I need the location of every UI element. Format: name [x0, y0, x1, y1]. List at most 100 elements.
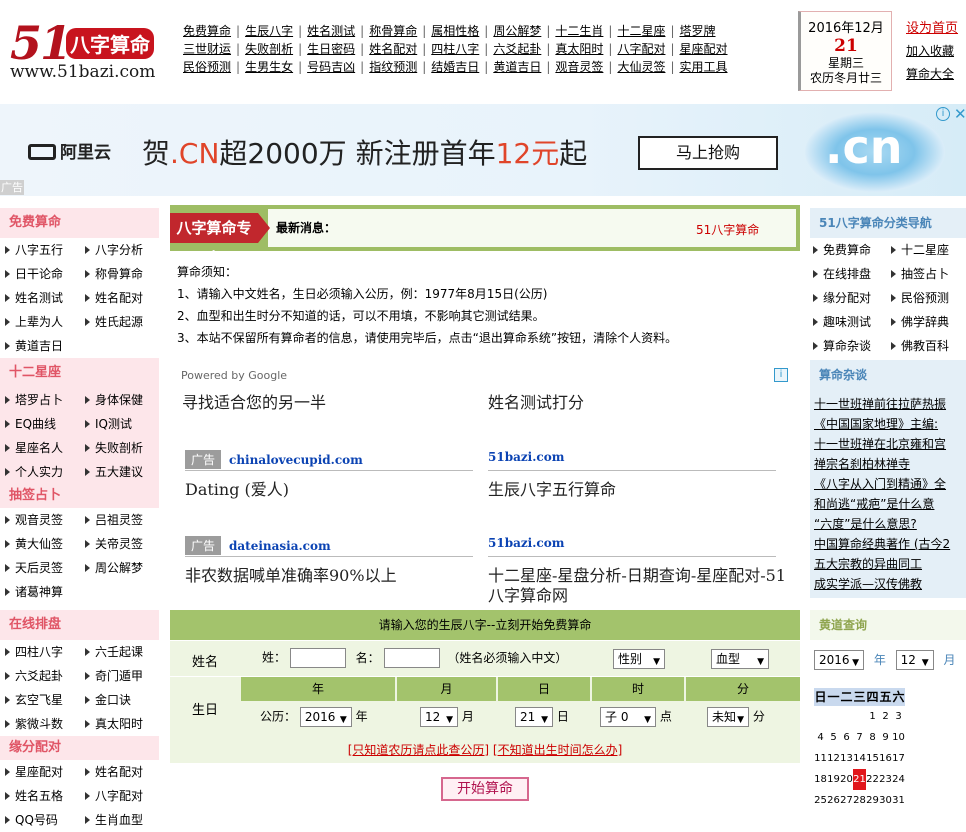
nav-link[interactable]: 指纹预测 [369, 58, 417, 76]
calendar-year-select[interactable]: 2016 ▼ [814, 650, 864, 670]
calendar-day[interactable]: 7 [853, 727, 866, 748]
ad-description[interactable]: 非农数据喊单准确率90%以上 [185, 566, 485, 586]
sidebar-link[interactable]: 称骨算命 [80, 262, 159, 286]
sidebar-link[interactable]: 失败剖析 [80, 436, 159, 460]
blood-type-select[interactable]: 血型 ▼ [711, 649, 769, 669]
sidebar-link[interactable]: 周公解梦 [80, 556, 159, 580]
birth-year-select[interactable]: 2016 ▼ [299, 707, 352, 727]
sidebar-link[interactable]: 星座配对 [0, 760, 80, 784]
calendar-day[interactable]: 28 [853, 790, 866, 811]
gender-select[interactable]: 性别 ▼ [613, 649, 665, 669]
ad-description[interactable]: Dating (爱人) [185, 480, 485, 500]
talk-article-link[interactable]: 和尚逃“戒疤”是什么意 [814, 494, 962, 514]
sidebar-link[interactable]: 个人实力 [0, 460, 80, 484]
ad-link[interactable]: 姓名测试打分 [488, 389, 778, 413]
sidebar-link[interactable]: 八字五行 [0, 238, 80, 262]
ad-info-icon[interactable]: i [774, 368, 788, 382]
unknown-time-link[interactable]: [不知道出生时间怎么办] [493, 743, 622, 757]
nav-link[interactable]: 姓名配对 [369, 40, 417, 58]
calendar-day[interactable]: 14 [853, 748, 866, 769]
sidebar-link[interactable]: 姓名配对 [80, 286, 159, 310]
talk-article-link[interactable]: 十一世班禅在北京雍和宫 [814, 434, 962, 454]
calendar-day[interactable]: 22 [866, 769, 879, 790]
add-favorite-link[interactable]: 加入收藏 [906, 41, 966, 62]
calendar-day[interactable]: 31 [892, 790, 905, 811]
nav-link[interactable]: 属相性格 [431, 22, 479, 40]
calendar-day[interactable]: 4 [814, 727, 827, 748]
set-homepage-link[interactable]: 设为首页 [906, 18, 966, 39]
talk-article-link[interactable]: 十一世班禅前往拉萨热振 [814, 394, 962, 414]
calendar-day[interactable]: 1 [866, 706, 879, 727]
nav-link[interactable]: 四柱八字 [431, 40, 479, 58]
sidebar-link[interactable]: 生肖血型 [80, 808, 159, 832]
nav-link[interactable]: 姓名测试 [307, 22, 355, 40]
nav-link[interactable]: 观音灵签 [555, 58, 603, 76]
sidebar-link[interactable]: 在线排盘 [810, 262, 888, 286]
nav-link[interactable]: 民俗预测 [183, 58, 231, 76]
nav-link[interactable]: 实用工具 [680, 58, 728, 76]
calendar-day[interactable]: 30 [879, 790, 892, 811]
calendar-month-select[interactable]: 12 ▼ [895, 650, 934, 670]
calendar-day[interactable]: 3 [892, 706, 905, 727]
sidebar-link[interactable]: 玄空飞星 [0, 688, 80, 712]
calendar-day[interactable]: 9 [879, 727, 892, 748]
nav-link[interactable]: 结婚吉日 [431, 58, 479, 76]
sidebar-link[interactable]: 算命杂谈 [810, 334, 888, 358]
calendar-day[interactable]: 11 [814, 748, 827, 769]
ad-domain[interactable]: 51bazi.com [488, 450, 564, 464]
birth-minute-select[interactable]: 未知 ▼ [707, 707, 749, 727]
sidebar-link[interactable]: 真太阳时 [80, 712, 159, 736]
sidebar-link[interactable]: 佛教百科 [888, 334, 966, 358]
calendar-day[interactable]: 13 [840, 748, 853, 769]
nav-link[interactable]: 星座配对 [680, 40, 728, 58]
calendar-day[interactable]: 29 [866, 790, 879, 811]
ad-domain[interactable]: chinalovecupid.com [229, 453, 363, 467]
sidebar-link[interactable]: QQ号码 [0, 808, 80, 832]
sidebar-link[interactable]: 紫微斗数 [0, 712, 80, 736]
calendar-day[interactable]: 5 [827, 727, 840, 748]
calendar-day[interactable]: 20 [840, 769, 853, 790]
talk-article-link[interactable]: 成实学派—汉传佛教 [814, 574, 962, 594]
calendar-day[interactable]: 27 [840, 790, 853, 811]
sidebar-link[interactable]: 上辈为人 [0, 310, 80, 334]
nav-link[interactable]: 周公解梦 [493, 22, 541, 40]
nav-link[interactable]: 称骨算命 [369, 22, 417, 40]
ad-description[interactable]: 十二星座-星盘分析-日期查询-星座配对-51八字算命网 [488, 566, 788, 606]
sidebar-link[interactable]: 奇门遁甲 [80, 664, 159, 688]
nav-link[interactable]: 大仙灵签 [617, 58, 665, 76]
ad-title[interactable]: 寻找适合您的另一半 [182, 389, 472, 413]
talk-article-link[interactable]: “六度”是什么意思? [814, 514, 962, 534]
calendar-today[interactable]: 21 [853, 769, 866, 790]
news-marquee[interactable]: 51八字算命 [696, 221, 759, 238]
sidebar-link[interactable]: 佛学辞典 [888, 310, 966, 334]
birth-month-select[interactable]: 12 ▼ [420, 707, 458, 727]
sidebar-link[interactable]: 姓名测试 [0, 286, 80, 310]
calendar-day[interactable]: 10 [892, 727, 905, 748]
nav-link[interactable]: 免费算命 [183, 22, 231, 40]
sidebar-link[interactable]: 趣味测试 [810, 310, 888, 334]
nav-link[interactable]: 十二星座 [617, 22, 665, 40]
sidebar-link[interactable]: 观音灵签 [0, 508, 80, 532]
sidebar-link[interactable]: 五大建议 [80, 460, 159, 484]
ad-close-icon[interactable]: ✕ [954, 105, 966, 123]
calendar-day[interactable]: 26 [827, 790, 840, 811]
nav-link[interactable]: 黄道吉日 [493, 58, 541, 76]
calendar-day[interactable]: 19 [827, 769, 840, 790]
birth-day-select[interactable]: 21 ▼ [515, 707, 553, 727]
nav-link[interactable]: 六爻起卦 [493, 40, 541, 58]
sidebar-link[interactable]: 民俗预测 [888, 286, 966, 310]
talk-article-link[interactable]: 《八字从入门到精通》全 [814, 474, 962, 494]
talk-article-link[interactable]: 中国算命经典著作 (古今2 [814, 534, 962, 554]
nav-link[interactable]: 真太阳时 [555, 40, 603, 58]
sidebar-link[interactable]: 黄道吉日 [0, 334, 80, 358]
sidebar-link[interactable]: 吕祖灵签 [80, 508, 159, 532]
nav-link[interactable]: 生日密码 [307, 40, 355, 58]
sidebar-link[interactable]: 抽签占卜 [888, 262, 966, 286]
calendar-day[interactable]: 23 [879, 769, 892, 790]
calendar-day[interactable]: 18 [814, 769, 827, 790]
sidebar-link[interactable]: 黄大仙签 [0, 532, 80, 556]
site-logo[interactable]: 51 八字算命 www.51bazi.com [10, 10, 170, 86]
start-fortune-button[interactable]: 开始算命 [441, 777, 529, 801]
calendar-day[interactable]: 6 [840, 727, 853, 748]
buy-now-button[interactable]: 马上抢购 [638, 136, 778, 170]
